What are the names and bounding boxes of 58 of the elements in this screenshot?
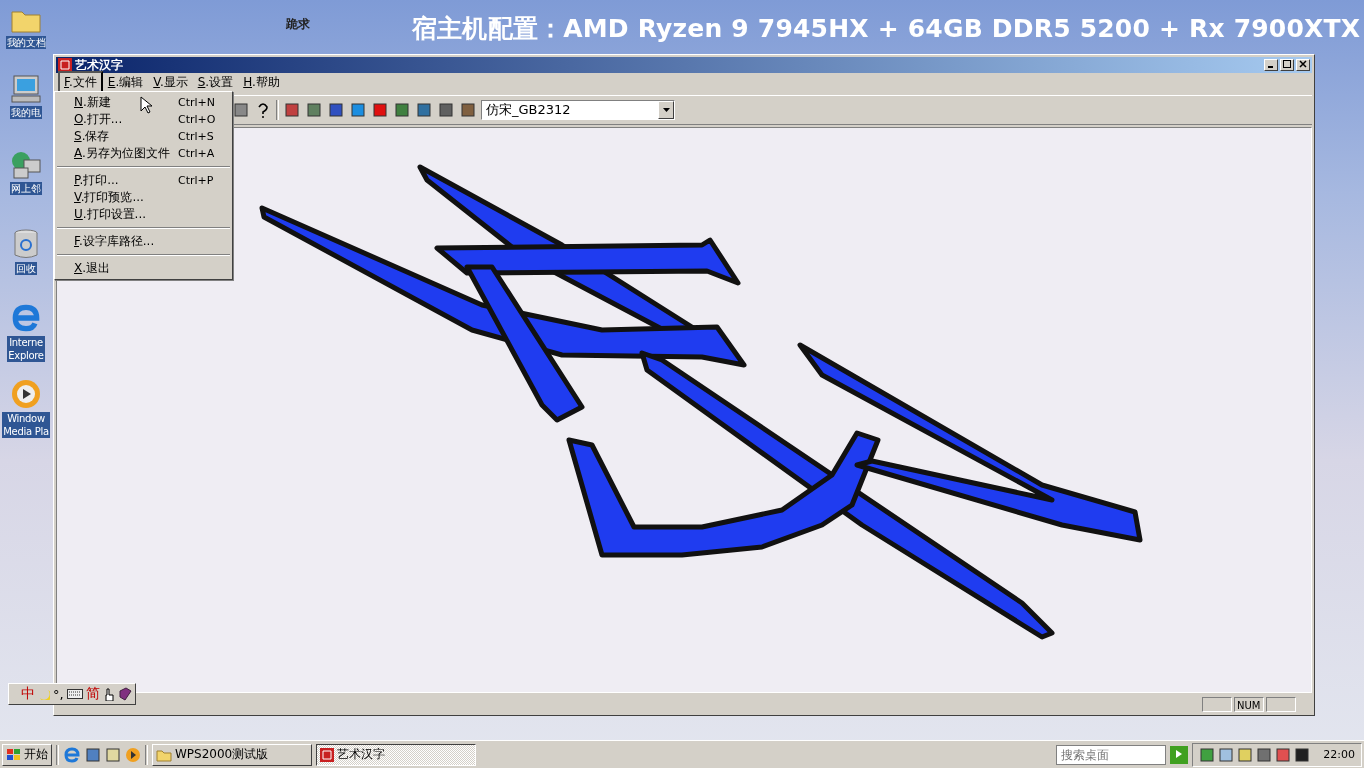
maximize-button[interactable] xyxy=(1280,59,1294,71)
window-title: 艺术汉字 xyxy=(75,56,123,74)
play-icon xyxy=(1175,749,1184,759)
menu-entry[interactable]: F.设字库路径... xyxy=(55,233,232,250)
folder-icon xyxy=(156,747,172,762)
status-panel xyxy=(1202,696,1232,712)
desktop-icon-label[interactable]: 我的电 xyxy=(10,106,42,119)
desktop-icon-label[interactable]: 回收 xyxy=(15,262,37,275)
start-button[interactable]: 开始 xyxy=(2,743,52,766)
menu-item[interactable]: S.设置 xyxy=(192,72,239,93)
browser-e-icon xyxy=(10,302,42,334)
desktop-icon-label[interactable]: 我的文档 xyxy=(5,36,47,49)
wallpaper-banner-text: 宿主机配置：AMD Ryzen 9 7945HX + 64GB DDR5 5200 + Rx 7900XTX xyxy=(412,13,1361,45)
desktop-icon-label[interactable]: Window Media Pla xyxy=(2,412,50,438)
ime-mode[interactable]: 中 xyxy=(21,685,35,703)
app-logo-icon xyxy=(320,747,334,762)
menu-item[interactable]: E.编辑 xyxy=(102,72,149,93)
media-player-icon xyxy=(10,378,42,410)
menu-entry[interactable]: V.打印预览... xyxy=(55,189,232,206)
minimize-button[interactable] xyxy=(1264,59,1278,71)
hand-pointer-icon[interactable] xyxy=(102,687,115,701)
menu-item[interactable]: H.帮助 xyxy=(238,72,285,93)
font-select[interactable]: 仿宋_GB2312 xyxy=(481,100,675,120)
maximize-icon xyxy=(1283,60,1291,68)
computer-icon xyxy=(10,74,42,104)
ime-punctuation[interactable]: °, xyxy=(53,686,64,702)
mouse-cursor-icon xyxy=(140,96,152,114)
taskbar-button[interactable]: 艺术汉字 xyxy=(316,743,476,766)
menu-entry[interactable]: A.另存为位图文件 Ctrl+A xyxy=(55,145,232,162)
close-button[interactable] xyxy=(1296,59,1310,71)
close-icon xyxy=(1299,60,1307,68)
keyboard-icon[interactable] xyxy=(66,689,83,699)
caret-icon xyxy=(662,108,670,112)
recycle-bin-icon xyxy=(12,228,40,260)
menu-entry[interactable]: S.保存 Ctrl+S xyxy=(55,128,232,145)
ime-charset[interactable]: 简 xyxy=(85,685,100,703)
menu-item[interactable]: V.显示 xyxy=(148,72,193,93)
app-logo-icon xyxy=(58,58,72,72)
taskbar-button[interactable]: WPS2000测试版 xyxy=(152,743,312,766)
status-panel xyxy=(1266,696,1296,712)
browser-e-icon[interactable] xyxy=(63,745,81,764)
search-field[interactable]: 搜索桌面 xyxy=(1056,744,1167,765)
menu-entry[interactable]: P.打印... Ctrl+P xyxy=(55,172,232,189)
help-icon xyxy=(257,102,269,118)
clock: 22:00 xyxy=(1323,748,1355,761)
status-panel: NUM xyxy=(1234,696,1264,712)
wallpaper-text: 跪求 xyxy=(286,16,310,33)
network-computer-icon xyxy=(10,150,42,180)
menu-entry[interactable]: U.打印设置... xyxy=(55,206,232,223)
media-player-icon[interactable] xyxy=(125,746,141,763)
desktop-icon-label[interactable]: Interne Explore xyxy=(7,336,45,362)
go-button[interactable] xyxy=(1170,745,1189,764)
windows-flag-icon xyxy=(6,747,22,762)
desktop-icon-label[interactable]: 网上邻 xyxy=(10,182,42,195)
menu-entry[interactable]: O.打开... Ctrl+O xyxy=(55,111,232,128)
menu-entry[interactable]: X.退出 xyxy=(55,260,232,277)
dropdown-button[interactable] xyxy=(658,101,674,119)
menu-entry[interactable]: N.新建 Ctrl+N xyxy=(55,94,232,111)
